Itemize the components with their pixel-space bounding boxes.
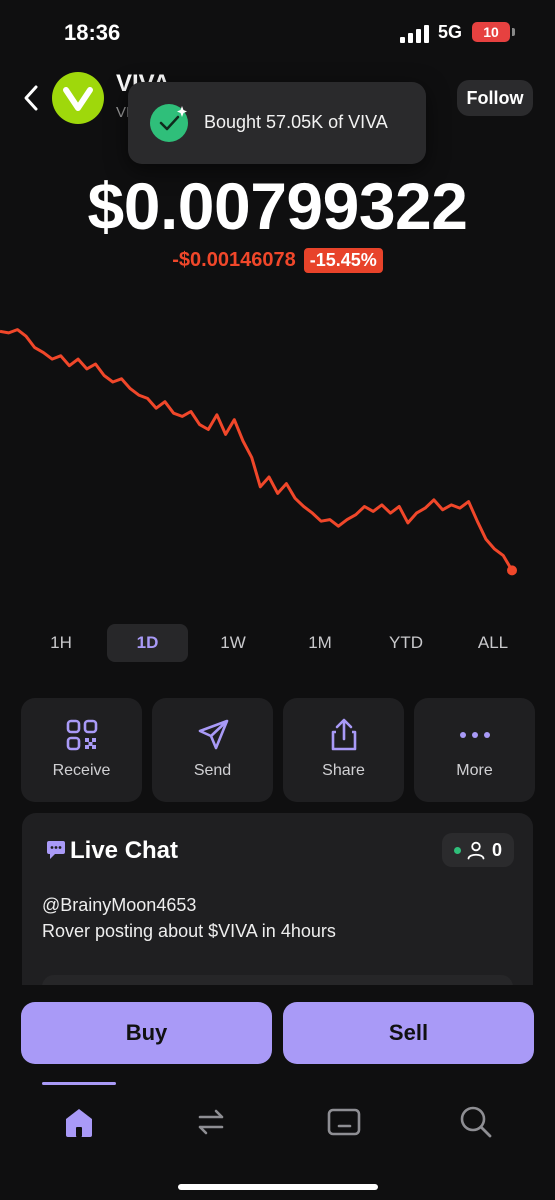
price-chart[interactable] [0,300,555,600]
nav-home[interactable] [59,1102,99,1142]
tab-1h[interactable]: 1H [26,624,96,662]
send-button[interactable]: Send [152,698,273,802]
bottom-nav [0,1082,555,1162]
qr-code-icon [66,719,98,751]
price-change-absolute: -$0.00146078 [172,249,296,271]
chat-title: Live Chat [70,837,179,864]
user-icon [467,841,485,860]
signal-icon [400,25,430,43]
time-range-tabs: 1H 1D 1W 1M YTD ALL [0,624,555,664]
tab-1w[interactable]: 1W [198,624,268,662]
toast-message: Bought 57.05K of VIVA [204,112,388,132]
tab-1m[interactable]: 1M [285,624,355,662]
more-dots-icon [460,732,490,738]
tab-ytd[interactable]: YTD [371,624,441,662]
purchase-toast[interactable]: Bought 57.05K of VIVA [128,82,426,164]
price-series-line [0,328,514,572]
price-change-percent: -15.45% [303,248,383,273]
network-type: 5G [438,22,463,42]
share-button[interactable]: Share [283,698,404,802]
latest-price-point [507,565,517,576]
nav-active-indicator [42,1082,116,1085]
nav-wallet[interactable] [324,1102,364,1142]
nav-swap[interactable] [191,1102,231,1142]
swap-icon [198,1109,224,1135]
share-icon [331,718,357,751]
battery-icon: 10 [472,22,515,42]
chat-message-user: @BrainyMoon4653 [42,895,197,915]
sell-button[interactable]: Sell [283,1002,534,1064]
send-icon [198,719,229,750]
status-time: 18:36 [64,20,121,45]
tab-all[interactable]: ALL [457,624,529,662]
chevron-left-icon [24,85,38,111]
check-circle-icon [150,104,188,142]
chat-bubble-icon [47,841,65,859]
chat-message-text: Rover posting about $VIVA in 4hours [42,921,336,941]
viva-logo-icon [63,87,93,111]
send-label: Send [193,762,232,779]
battery-level: 10 [483,24,499,40]
share-label: Share [322,762,365,779]
viewer-count: 0 [492,840,503,860]
current-price: $0.00799322 [87,169,468,243]
more-label: More [456,762,493,779]
search-icon [460,1106,492,1138]
live-chat-panel[interactable]: Live Chat 0 @BrainyMoon4653 Rover postin… [22,813,533,1013]
tab-1d[interactable]: 1D [107,624,188,662]
home-indicator [178,1184,378,1190]
home-icon [66,1109,92,1137]
back-button[interactable] [18,82,46,114]
receive-button[interactable]: Receive [21,698,142,802]
status-bar: 18:36 5G 10 [0,0,555,64]
more-button[interactable]: More [414,698,535,802]
nav-search[interactable] [456,1102,496,1142]
wallet-icon [327,1108,361,1136]
price-change: -$0.00146078 -15.45% [0,248,555,273]
buy-button[interactable]: Buy [21,1002,272,1064]
viewer-count-badge: 0 [442,833,514,867]
online-dot-icon [454,847,461,854]
receive-label: Receive [52,762,111,779]
token-logo [52,72,104,124]
follow-button[interactable]: Follow [457,80,533,116]
